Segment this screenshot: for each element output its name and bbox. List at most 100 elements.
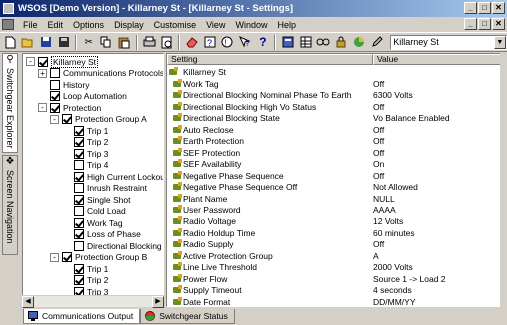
tree-node[interactable]: - Killarney St [26,55,98,68]
tab-screen-navigation[interactable]: ❖ Screen Navigation [2,155,18,255]
setting-value[interactable]: 12 Volts [373,216,403,226]
tree-node[interactable]: - Protection [38,102,101,113]
tree-node[interactable]: Cold Load [62,206,126,217]
setting-value[interactable]: Source 1 -> Load 2 [373,274,446,284]
setting-value[interactable]: 60 minutes [373,228,415,238]
tree-checkbox[interactable] [74,137,84,147]
document-icon[interactable] [2,19,14,30]
menu-file[interactable]: File [18,20,43,30]
menu-help[interactable]: Help [272,20,301,30]
tree-node[interactable]: Single Shot [62,194,130,205]
setting-value[interactable]: On [373,159,384,169]
tree-checkbox[interactable] [74,194,84,205]
settings-row[interactable]: Line Live Threshold 2000 Volts [167,261,506,273]
tree-checkbox[interactable] [74,183,84,193]
tree-checkbox[interactable] [74,263,84,274]
settings-row[interactable]: Negative Phase Sequence Off Not Allowed [167,181,506,193]
new-icon[interactable] [3,35,18,50]
tree-checkbox[interactable] [50,68,60,78]
menu-window[interactable]: Window [230,20,272,30]
tree-node[interactable]: Trip 2 [62,275,108,286]
settings-row[interactable]: Plant Name NULL [167,193,506,205]
tree-node[interactable]: Loss of Phase [62,229,141,240]
settings-row[interactable]: SEF Protection Off [167,147,506,159]
setting-value[interactable]: 4 seconds [373,285,412,295]
settings-row[interactable]: Radio Voltage 12 Volts [167,215,506,227]
save-all-icon[interactable] [56,35,71,50]
child-minimize-button[interactable]: _ [464,18,477,30]
settings-scrollbar[interactable] [500,53,507,307]
settings-row[interactable]: User Password AAAA [167,204,506,216]
save-icon[interactable] [39,35,54,50]
setting-value[interactable]: Not Allowed [373,182,418,192]
setting-value[interactable]: Off [373,239,384,249]
collapse-icon[interactable]: - [50,252,59,262]
settings-row[interactable]: Radio Holdup Time 60 minutes [167,227,506,239]
tree-node[interactable]: Trip 2 [62,137,108,148]
settings-row[interactable]: Supply Timeout 4 seconds [167,284,506,296]
pen-icon[interactable] [369,35,384,50]
settings-row[interactable]: Active Protection Group A [167,250,506,262]
tree-node[interactable]: - Protection Group B [50,252,147,263]
tree-checkbox[interactable] [74,171,84,182]
setting-value[interactable]: AAAA [373,205,396,215]
tree-node[interactable]: High Current Lockout [62,171,163,182]
tree-node[interactable]: Trip 4 [62,160,108,171]
help-question-icon[interactable]: ? [238,35,253,50]
menu-customise[interactable]: Customise [149,20,202,30]
menu-display[interactable]: Display [109,20,149,30]
settings-row[interactable]: Radio Supply Off [167,238,506,250]
collapse-icon[interactable]: - [50,114,59,124]
site-combo[interactable]: Killarney St ▼ [390,34,507,50]
collapse-icon[interactable]: - [38,103,47,112]
setting-value[interactable]: 2000 Volts [373,262,413,272]
tree-checkbox[interactable] [74,217,84,228]
settings-row[interactable]: Directional Blocking Nominal Phase To Ea… [167,89,506,101]
settings-row[interactable]: SEF Availability On [167,158,506,170]
settings-row[interactable]: Earth Protection Off [167,135,506,147]
close-button[interactable]: ✕ [492,2,505,14]
tree-node[interactable]: Directional Blocking [62,240,162,251]
setting-value[interactable]: Off [373,102,384,112]
setting-value[interactable]: Off [373,125,384,135]
settings-row[interactable]: Negative Phase Sequence Off [167,170,506,182]
menu-options[interactable]: Options [68,20,109,30]
tree-checkbox[interactable] [62,114,72,124]
print-preview-icon[interactable] [160,35,175,50]
tree-checkbox[interactable] [62,252,72,262]
tree-checkbox[interactable] [38,56,48,67]
tab-switchgear-explorer[interactable]: ⚲ Switchgear Explorer [2,53,18,153]
tab-communications-output[interactable]: Communications Output [23,309,141,324]
expand-icon[interactable]: + [38,68,47,78]
tree-node[interactable]: Trip 3 [62,148,108,159]
print-icon[interactable] [142,35,157,50]
tree-node[interactable]: Trip 1 [62,263,108,274]
cut-icon[interactable]: ✂ [81,35,96,50]
setting-value[interactable]: 6300 Volts [373,90,413,100]
link-icon[interactable] [316,35,331,50]
setting-value[interactable]: Off [373,136,384,146]
settings-row[interactable]: Power Flow Source 1 -> Load 2 [167,273,506,285]
setting-value[interactable]: Off [373,79,384,89]
setting-value[interactable]: Off [373,171,384,181]
settings-row[interactable]: Directional Blocking State Vo Balance Ena… [167,112,506,124]
eraser-icon[interactable] [184,35,199,50]
setting-value[interactable]: Off [373,148,384,158]
settings-row[interactable]: Date Format DD/MM/YY [167,296,506,306]
tree-checkbox[interactable] [50,79,60,90]
menu-edit[interactable]: Edit [43,20,69,30]
open-icon[interactable] [21,35,36,50]
lock-icon[interactable] [334,35,349,50]
tree-node[interactable]: History [38,79,89,90]
tree-checkbox[interactable] [74,160,84,170]
tree-node[interactable]: Loop Automation [38,91,127,102]
help-icon[interactable]: ? [202,35,217,50]
setting-value[interactable]: NULL [373,194,395,204]
tree-checkbox[interactable] [74,275,84,285]
settings-root-row[interactable]: Killarney St [167,66,506,78]
tree-checkbox[interactable] [74,229,84,239]
tree-node[interactable]: Trip 1 [62,125,108,136]
scroll-right-icon[interactable]: ▶ [152,296,164,308]
tree-checkbox[interactable] [74,125,84,136]
chevron-down-icon[interactable]: ▼ [493,35,506,49]
